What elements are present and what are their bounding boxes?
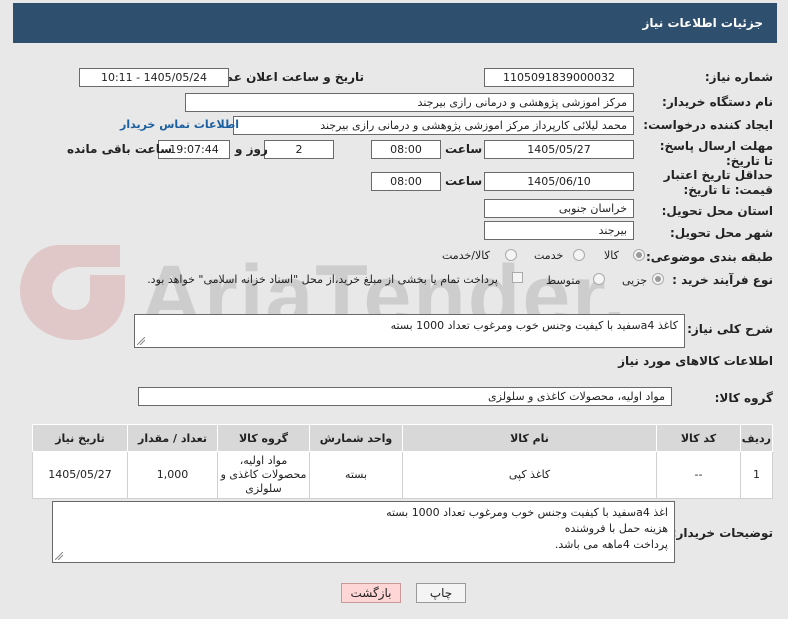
process-medium-radio[interactable]: [593, 273, 605, 285]
city-field: بیرجند: [484, 221, 634, 240]
back-button[interactable]: بازگشت: [341, 583, 401, 603]
col-name: نام کالا: [402, 424, 657, 452]
cell-group-line: مواد اولیه،: [239, 454, 288, 467]
cell-group: مواد اولیه، محصولات کاغذی و سلولزی: [217, 451, 310, 499]
col-code: کد کالا: [656, 424, 741, 452]
table-row[interactable]: 1 -- کاغذ کپی بسته مواد اولیه، محصولات ک…: [32, 451, 773, 499]
price-validity-time-label: ساعت: [445, 174, 483, 188]
resize-grip-icon[interactable]: [137, 337, 145, 345]
creator-label: ایجاد کننده درخواست:: [643, 118, 773, 132]
deadline-time-field: 08:00: [371, 140, 441, 159]
process-type-label: نوع فرآیند خرید :: [672, 273, 773, 287]
need-details-page: جزئیات اطلاعات نیاز AriaTender.neT شماره…: [0, 0, 788, 619]
category-goods-service-label: کالا/خدمت: [442, 249, 490, 262]
process-medium-label: متوسط: [546, 274, 581, 287]
cell-date: 1405/05/27: [32, 451, 128, 499]
buyer-notes-line: پرداخت 4ماهه می باشد.: [554, 538, 668, 551]
buyer-notes-label: توضیحات خریدار:: [671, 526, 773, 540]
province-field: خراسان جنوبی: [484, 199, 634, 218]
buyer-notes-textarea[interactable]: اغذ a4سفید با کیفیت وجنس خوب ومرغوب تعدا…: [52, 501, 675, 563]
cell-group-line: سلولزی: [245, 482, 282, 495]
creator-field: محمد لیلائی کارپرداز مرکز اموزشی پژوهشی …: [233, 116, 634, 135]
cell-code: --: [656, 451, 741, 499]
col-group: گروه کالا: [217, 424, 310, 452]
remaining-label: ساعت باقی مانده: [67, 142, 173, 156]
cell-name: کاغذ کپی: [402, 451, 657, 499]
price-validity-time-field: 08:00: [371, 172, 441, 191]
category-service-radio[interactable]: [573, 249, 585, 261]
buyer-notes-line: هزینه حمل با فروشنده: [564, 522, 668, 535]
need-number-field: 1105091839000032: [484, 68, 634, 87]
table-header-row: ردیف کد کالا نام کالا واحد شمارش گروه کا…: [32, 424, 773, 452]
watermark-mark: [20, 245, 125, 340]
buyer-field: مرکز اموزشی پژوهشی و درمانی رازی بیرجند: [185, 93, 634, 112]
description-label: شرح کلی نیاز:: [687, 322, 773, 336]
cell-group-line: محصولات کاغذی و: [220, 468, 307, 481]
payment-checkbox[interactable]: [512, 272, 523, 283]
process-minor-label: جزیی: [622, 274, 648, 287]
cell-row: 1: [740, 451, 773, 499]
province-label: استان محل تحویل:: [661, 204, 773, 218]
category-goods-label: کالا: [604, 249, 619, 262]
col-unit: واحد شمارش: [309, 424, 403, 452]
category-service-label: خدمت: [534, 249, 564, 262]
print-button[interactable]: چاپ: [416, 583, 466, 603]
cell-unit: بسته: [309, 451, 403, 499]
buyer-contact-link[interactable]: اطلاعات تماس خریدار: [120, 118, 239, 131]
goods-table: ردیف کد کالا نام کالا واحد شمارش گروه کا…: [32, 424, 773, 499]
days-field: 2: [264, 140, 334, 159]
days-label: روز و: [235, 142, 268, 156]
deadline-date-field: 1405/05/27: [484, 140, 634, 159]
goods-group-label: گروه کالا:: [714, 391, 773, 405]
city-label: شهر محل تحویل:: [669, 226, 773, 240]
panel-header: جزئیات اطلاعات نیاز: [13, 3, 777, 43]
process-minor-radio[interactable]: [652, 273, 664, 285]
category-label: طبقه بندی موضوعی:: [645, 250, 773, 264]
deadline-time-label: ساعت: [445, 142, 483, 156]
price-validity-label: حداقل تاریخ اعتبار قیمت: تا تاریخ:: [663, 168, 773, 197]
buyer-notes-line: اغذ a4سفید با کیفیت وجنس خوب ومرغوب تعدا…: [386, 506, 668, 519]
category-goods-radio[interactable]: [633, 249, 645, 261]
col-row: ردیف: [740, 424, 773, 452]
buyer-label: نام دستگاه خریدار:: [662, 95, 773, 109]
cell-quantity: 1,000: [127, 451, 218, 499]
page-title: جزئیات اطلاعات نیاز: [642, 16, 763, 30]
description-text: کاغذ a4سفید با کیفیت وجنس خوب ومرغوب تعد…: [390, 319, 678, 332]
description-textarea[interactable]: کاغذ a4سفید با کیفیت وجنس خوب ومرغوب تعد…: [134, 314, 685, 348]
resize-grip-icon[interactable]: [55, 552, 63, 560]
price-validity-date-field: 1405/06/10: [484, 172, 634, 191]
category-goods-service-radio[interactable]: [505, 249, 517, 261]
goods-group-field: مواد اولیه، محصولات کاغذی و سلولزی: [138, 387, 672, 406]
need-number-label: شماره نیاز:: [704, 70, 773, 84]
goods-section-title: اطلاعات کالاهای مورد نیاز: [618, 354, 773, 368]
announce-field: 1405/05/24 - 10:11: [79, 68, 229, 87]
col-quantity: تعداد / مقدار: [127, 424, 218, 452]
col-date: تاریخ نیاز: [32, 424, 128, 452]
payment-note: پرداخت تمام یا بخشی از مبلغ خرید،از محل …: [147, 273, 498, 286]
deadline-label: مهلت ارسال پاسخ: تا تاریخ:: [659, 139, 773, 168]
